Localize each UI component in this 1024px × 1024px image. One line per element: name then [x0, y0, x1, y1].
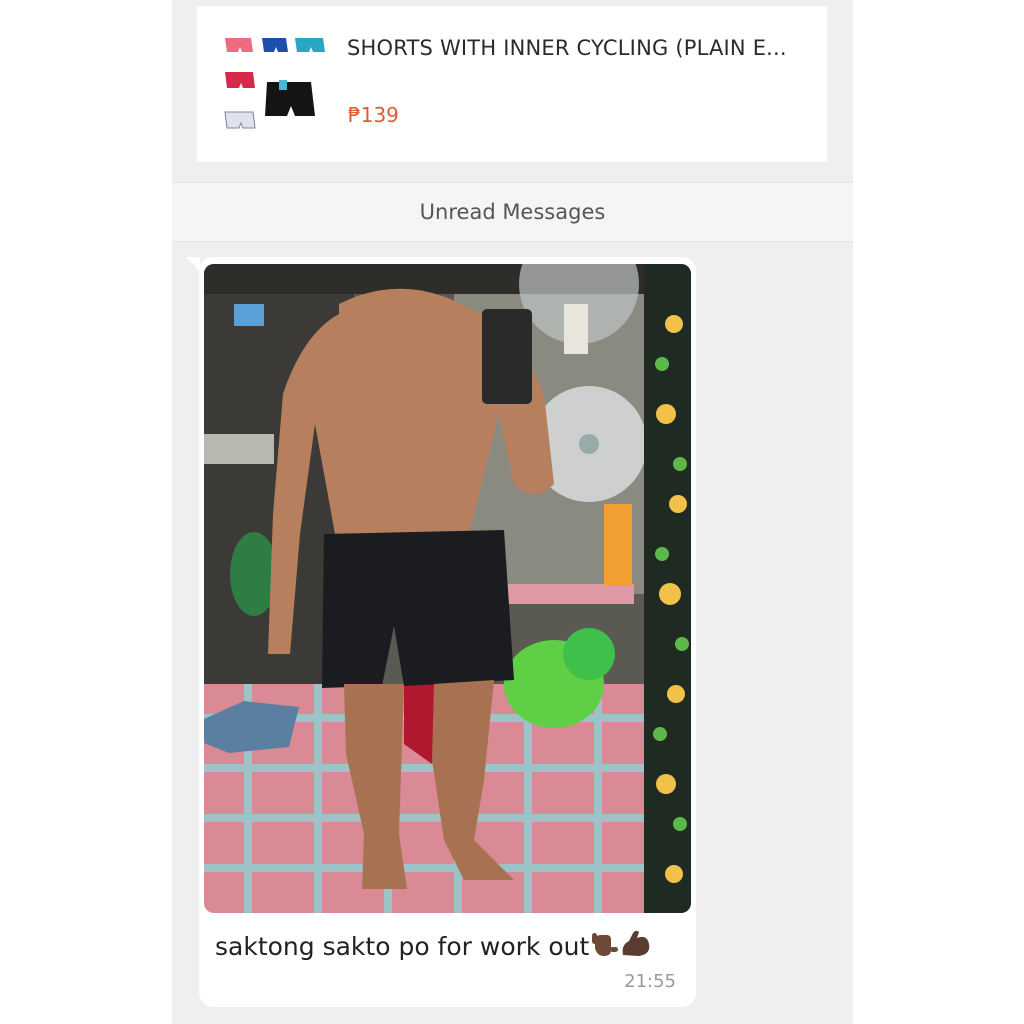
flexed-biceps-emoji [619, 929, 651, 965]
unread-messages-label: Unread Messages [419, 200, 606, 224]
product-price: ₱139 [348, 103, 399, 127]
message-timestamp: 21:55 [624, 971, 676, 992]
message-body: saktong sakto po for work out [215, 932, 590, 961]
message-photo[interactable] [204, 264, 691, 913]
message-bubble[interactable]: saktong sakto po for work out 21:55 [199, 257, 696, 1007]
product-thumbnail [219, 32, 329, 136]
call-me-hand-emoji [589, 929, 619, 965]
message-text: saktong sakto po for work out [215, 929, 651, 965]
product-card[interactable]: SHORTS WITH INNER CYCLING (PLAIN E... ₱1… [197, 6, 827, 162]
bubble-tail [186, 257, 200, 271]
product-title[interactable]: SHORTS WITH INNER CYCLING (PLAIN E... [347, 36, 817, 60]
unread-messages-divider: Unread Messages [172, 182, 853, 242]
